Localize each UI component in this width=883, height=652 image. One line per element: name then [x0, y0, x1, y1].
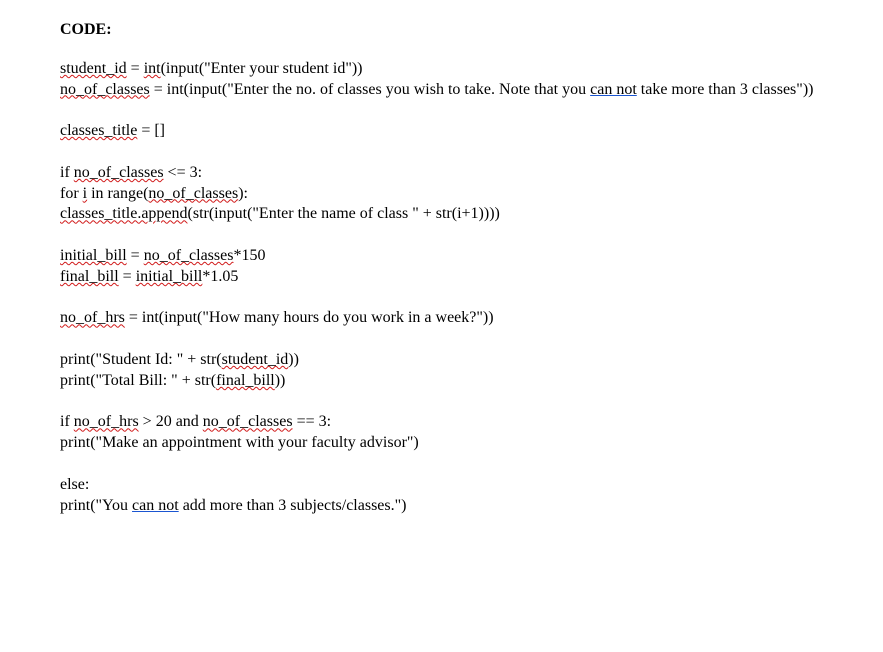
blank-line: [60, 329, 823, 350]
spellcheck-span: no_of_classes: [60, 81, 150, 98]
blank-line: [60, 392, 823, 413]
heading-code: CODE:: [60, 20, 823, 41]
code-line: student_id = int(input("Enter your stude…: [60, 59, 823, 80]
text: else:: [60, 476, 89, 493]
text: =: [119, 268, 136, 285]
text: =: [127, 60, 144, 77]
text: )): [288, 351, 299, 368]
code-line: print("Student Id: " + str(student_id)): [60, 350, 823, 371]
spellcheck-span: initial_bill: [60, 247, 127, 264]
text: for: [60, 185, 83, 202]
spellcheck-span: no_of_classes: [74, 164, 164, 181]
blank-line: [60, 225, 823, 246]
code-line: print("Make an appointment with your fac…: [60, 433, 823, 454]
spellcheck-span: no_of_classes: [148, 185, 238, 202]
code-block: student_id = int(input("Enter your stude…: [60, 59, 823, 517]
text: =: [127, 247, 144, 264]
text: = []: [137, 122, 165, 139]
text: == 3:: [293, 413, 332, 430]
code-line: no_of_hrs = int(input("How many hours do…: [60, 308, 823, 329]
text: ):: [238, 185, 248, 202]
spellcheck-span: int: [144, 60, 161, 77]
text: in range(: [87, 185, 148, 202]
code-line: for i in range(no_of_classes):: [60, 184, 823, 205]
blank-line: [60, 288, 823, 309]
spellcheck-span: student_id: [60, 60, 127, 77]
blank-line: [60, 142, 823, 163]
blank-line: [60, 454, 823, 475]
spellcheck-span: student_id: [222, 351, 289, 368]
spellcheck-span: no_of_hrs: [60, 309, 125, 326]
text: (str(input("Enter the name of class " + …: [188, 205, 500, 222]
text: *1.05: [202, 268, 238, 285]
text: *150: [233, 247, 265, 264]
grammar-span: can not: [132, 497, 179, 514]
code-line: if no_of_classes <= 3:: [60, 163, 823, 184]
text: = int(input("How many hours do you work …: [125, 309, 494, 326]
text: print("Student Id: " + str(: [60, 351, 222, 368]
text: )): [275, 372, 286, 389]
text: print("Total Bill: " + str(: [60, 372, 216, 389]
code-line: print("You can not add more than 3 subje…: [60, 496, 823, 517]
spellcheck-span: final_bill: [216, 372, 275, 389]
text: print("Make an appointment with your fac…: [60, 434, 419, 451]
code-line: initial_bill = no_of_classes*150: [60, 246, 823, 267]
spellcheck-span: no_of_classes: [203, 413, 293, 430]
text: take more than 3 classes")): [637, 81, 814, 98]
code-line: if no_of_hrs > 20 and no_of_classes == 3…: [60, 412, 823, 433]
text: if: [60, 413, 74, 430]
spellcheck-span: classes_title: [60, 122, 137, 139]
text: print("You: [60, 497, 132, 514]
spellcheck-span: final_bill: [60, 268, 119, 285]
code-line: print("Total Bill: " + str(final_bill)): [60, 371, 823, 392]
spellcheck-span: classes_title.append: [60, 205, 188, 222]
text: (input("Enter your student id")): [161, 60, 363, 77]
code-line: no_of_classes = int(input("Enter the no.…: [60, 80, 823, 101]
text: = int(input("Enter the no. of classes yo…: [150, 81, 590, 98]
code-line: classes_title.append(str(input("Enter th…: [60, 204, 823, 225]
spellcheck-span: no_of_hrs: [74, 413, 139, 430]
code-line: else:: [60, 475, 823, 496]
code-line: final_bill = initial_bill*1.05: [60, 267, 823, 288]
spellcheck-span: initial_bill: [136, 268, 203, 285]
text: if: [60, 164, 74, 181]
code-line: classes_title = []: [60, 121, 823, 142]
grammar-span: can not: [590, 81, 637, 98]
blank-line: [60, 100, 823, 121]
text: add more than 3 subjects/classes."): [179, 497, 407, 514]
document-page: CODE: student_id = int(input("Enter your…: [0, 0, 883, 556]
spellcheck-span: no_of_classes: [144, 247, 234, 264]
text: > 20 and: [139, 413, 203, 430]
text: <= 3:: [164, 164, 203, 181]
